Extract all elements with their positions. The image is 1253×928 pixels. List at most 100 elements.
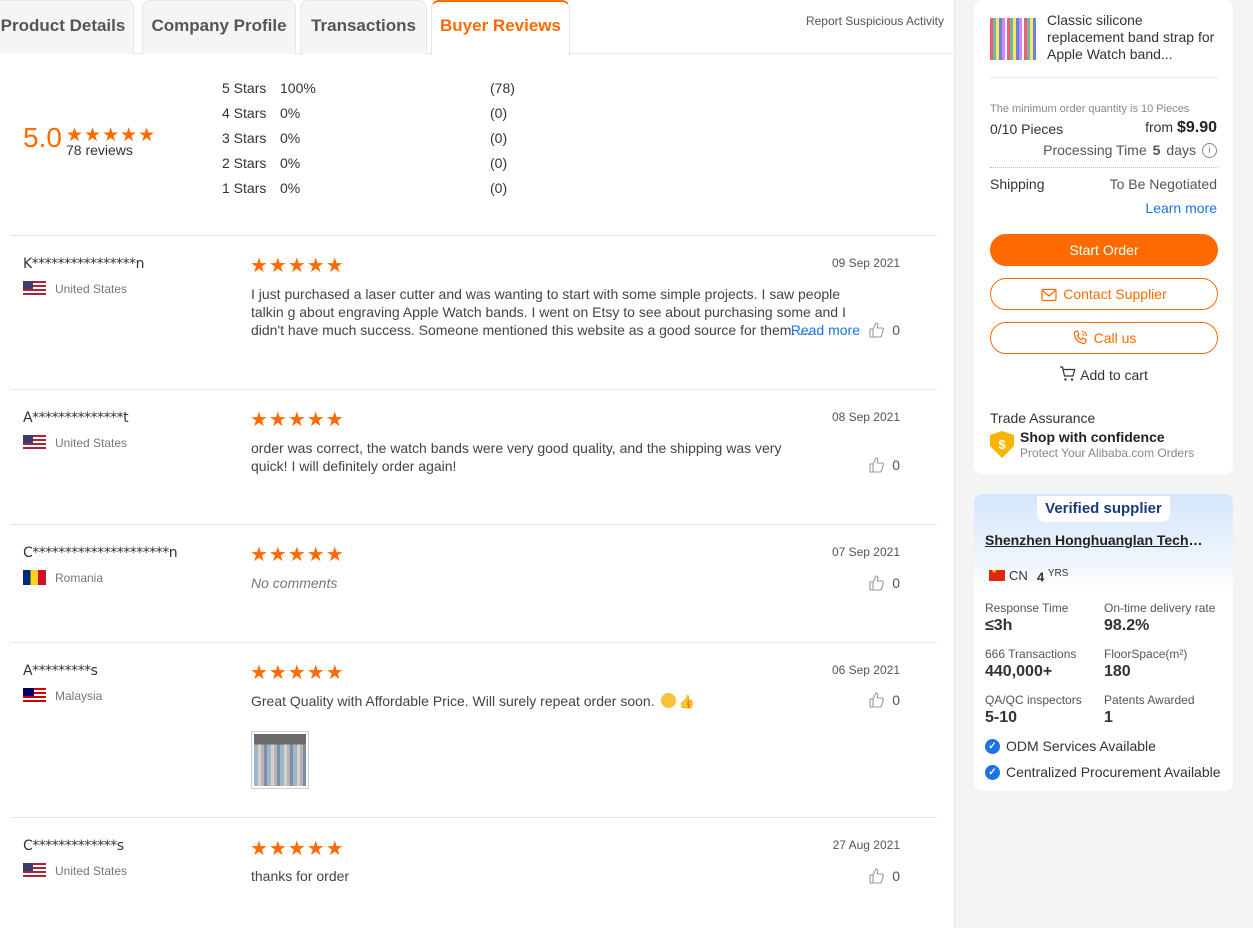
us-flag-icon — [23, 863, 46, 878]
distribution-count: (0) — [490, 130, 508, 146]
stat-label: FloorSpace(m²) — [1104, 647, 1188, 661]
like-count: 0 — [892, 322, 900, 338]
review-stars: ★★★★★ — [250, 838, 345, 860]
main-panel: Product Details Company Profile Transact… — [0, 0, 954, 928]
stat-response-time: Response Time ≤3h — [985, 601, 1068, 635]
thumbs-up-emoji-icon: 👍 — [678, 694, 695, 709]
thumbs-up-icon — [869, 868, 885, 884]
capability-procurement: ✓ Centralized Procurement Available — [985, 764, 1221, 780]
reviewer-country: United States — [23, 281, 127, 296]
like-button[interactable]: 0 — [868, 868, 900, 884]
call-us-label: Call us — [1093, 330, 1137, 346]
stat-on-time-delivery: On-time delivery rate 98.2% — [1104, 601, 1215, 635]
stat-value: 1 — [1104, 709, 1113, 726]
stat-value: 5-10 — [985, 709, 1018, 726]
review-item: C*********************n Romania ★★★★★ 07… — [11, 524, 937, 642]
like-button[interactable]: 0 — [868, 322, 900, 338]
malaysia-flag-icon — [23, 688, 46, 703]
stat-value: 98.2% — [1104, 617, 1150, 634]
country-name: Romania — [55, 570, 104, 585]
review-photo[interactable] — [251, 731, 309, 789]
distribution-count: (0) — [490, 105, 508, 121]
report-suspicious-link[interactable]: Report Suspicious Activity — [806, 14, 944, 28]
reviewer-country: Romania — [23, 570, 103, 585]
processing-days: 5 — [1152, 142, 1161, 158]
product-title[interactable]: Classic silicone replacement band strap … — [1047, 12, 1217, 63]
processing-time: Processing Time 5 days i — [1043, 142, 1217, 158]
review-item: K****************n United States ★★★★★ 0… — [11, 235, 937, 389]
cart-icon — [1060, 366, 1076, 381]
like-button[interactable]: 0 — [868, 575, 900, 591]
distribution-label: 2 Stars — [222, 155, 267, 171]
capability-odm: ✓ ODM Services Available — [985, 738, 1156, 754]
distribution-percent: 0% — [280, 180, 301, 196]
product-thumbnail[interactable] — [990, 18, 1036, 60]
distribution-percent: 0% — [280, 105, 301, 121]
shop-confidence-text: Shop with confidence — [1020, 429, 1165, 445]
add-to-cart-button[interactable]: Add to cart — [974, 366, 1233, 383]
start-order-button[interactable]: Start Order — [990, 234, 1218, 266]
info-icon[interactable]: i — [1202, 142, 1217, 158]
learn-more-link[interactable]: Learn more — [1145, 200, 1217, 216]
distribution-label: 5 Stars — [222, 80, 267, 96]
stat-label: On-time delivery rate — [1104, 601, 1216, 615]
review-date: 27 Aug 2021 — [832, 838, 900, 852]
like-count: 0 — [892, 575, 900, 591]
years-value: 4 — [1037, 569, 1045, 585]
smile-emoji-icon — [660, 693, 676, 708]
read-more-link[interactable]: Read more — [791, 322, 860, 338]
review-comment: order was correct, the watch bands were … — [251, 440, 782, 474]
supplier-location: CN — [989, 568, 1028, 583]
tab-buyer-reviews[interactable]: Buyer Reviews — [431, 0, 570, 55]
tab-transactions[interactable]: Transactions — [300, 0, 427, 54]
review-stars: ★★★★★ — [250, 662, 345, 684]
shipping-label: Shipping — [990, 176, 1045, 192]
supplier-card: Verified supplier Shenzhen Honghuanglan … — [974, 494, 1233, 791]
review-photo-thumbnail — [254, 734, 306, 786]
review-comment: No comments — [251, 575, 338, 591]
review-date: 09 Sep 2021 — [831, 256, 900, 270]
distribution-count: (0) — [490, 155, 508, 171]
divider — [990, 167, 1218, 168]
reviewer-name: C*************s — [23, 838, 124, 854]
country-name: United States — [55, 281, 128, 296]
price-value: $9.90 — [1176, 119, 1217, 136]
like-count: 0 — [892, 692, 900, 708]
like-button[interactable]: 0 — [868, 457, 900, 473]
like-button[interactable]: 0 — [868, 692, 900, 708]
tab-company-profile[interactable]: Company Profile — [142, 0, 296, 54]
contact-supplier-button[interactable]: Contact Supplier — [990, 278, 1218, 310]
average-score: 5.0 — [23, 122, 62, 153]
trade-assurance-title: Trade Assurance — [990, 410, 1096, 426]
us-flag-icon — [23, 435, 46, 450]
protect-orders-text[interactable]: Protect Your Alibaba.com Orders — [1020, 446, 1194, 460]
unit-price: from $9.90 — [1145, 119, 1217, 137]
supplier-name-link[interactable]: Shenzhen Honghuanglan Technology Co., Lt… — [985, 532, 1209, 548]
order-card: Classic silicone replacement band strap … — [974, 0, 1233, 474]
country-name: Malaysia — [55, 688, 103, 703]
review-comment: Great Quality with Affordable Price. Wil… — [251, 693, 655, 709]
stat-patents: Patents Awarded 1 — [1104, 693, 1195, 727]
stat-transactions: 666 Transactions 440,000+ — [985, 647, 1076, 681]
stat-label: QA/QC inspectors — [985, 693, 1082, 707]
verified-supplier-badge: Verified supplier — [1037, 496, 1170, 522]
stat-label: Response Time — [985, 601, 1069, 615]
thumbs-up-icon — [869, 322, 885, 338]
call-us-button[interactable]: Call us — [990, 322, 1218, 354]
review-date: 07 Sep 2021 — [831, 545, 900, 559]
distribution-count: (78) — [490, 80, 515, 96]
stat-value: 440,000+ — [985, 663, 1053, 680]
divider — [990, 77, 1218, 78]
romania-flag-icon — [23, 570, 46, 585]
processing-label: Processing Time — [1043, 142, 1147, 158]
tab-bar: Product Details Company Profile Transact… — [0, 0, 954, 55]
tab-product-details[interactable]: Product Details — [0, 0, 134, 54]
review-stars: ★★★★★ — [250, 409, 345, 431]
review-stars: ★★★★★ — [250, 255, 345, 277]
distribution-label: 1 Stars — [222, 180, 267, 196]
stat-qa-qc: QA/QC inspectors 5-10 — [985, 693, 1082, 727]
distribution-percent: 0% — [280, 130, 301, 146]
thumbs-up-icon — [869, 692, 885, 708]
review-stars: ★★★★★ — [250, 544, 345, 566]
china-flag-icon — [989, 570, 1005, 581]
